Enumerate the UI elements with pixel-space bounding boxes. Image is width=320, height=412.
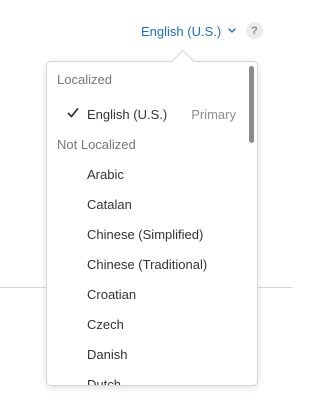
language-row-czech[interactable]: Czech [47,313,247,335]
language-row-chinese-simplified[interactable]: Chinese (Simplified) [47,223,247,245]
popover-scrollbar[interactable] [249,66,254,143]
help-button[interactable]: ? [246,22,263,39]
language-label: Dutch [87,376,121,386]
language-row-danish[interactable]: Danish [47,343,247,365]
language-label: Chinese (Traditional) [87,256,208,272]
language-label: Danish [87,346,128,362]
language-popover: Localized English (U.S.) Primary Not Loc… [46,61,258,386]
language-row-chinese-traditional[interactable]: Chinese (Traditional) [47,253,247,275]
checkmark-icon [67,108,79,118]
language-label: Chinese (Simplified) [87,226,204,242]
language-row-arabic[interactable]: Arabic [47,163,247,185]
language-label: English (U.S.) [87,106,168,122]
language-row-english-us[interactable]: English (U.S.) Primary [47,103,247,125]
language-selected-label: English (U.S.) [141,23,222,39]
help-icon: ? [251,24,258,37]
language-row-catalan[interactable]: Catalan [47,193,247,215]
language-label: Arabic [87,166,124,182]
language-dropdown-trigger[interactable]: English (U.S.) [141,22,238,40]
language-label: Croatian [87,286,137,302]
language-row-croatian[interactable]: Croatian [47,283,247,305]
language-label: Catalan [87,196,132,212]
primary-badge: Primary [191,106,236,122]
section-header-not-localized: Not Localized [57,137,136,152]
chevron-down-icon [228,28,236,33]
page: English (U.S.) ? Localized English (U.S.… [0,0,293,412]
language-label: Czech [87,316,124,332]
language-row-dutch[interactable]: Dutch [47,373,247,386]
section-header-localized: Localized [57,72,112,87]
